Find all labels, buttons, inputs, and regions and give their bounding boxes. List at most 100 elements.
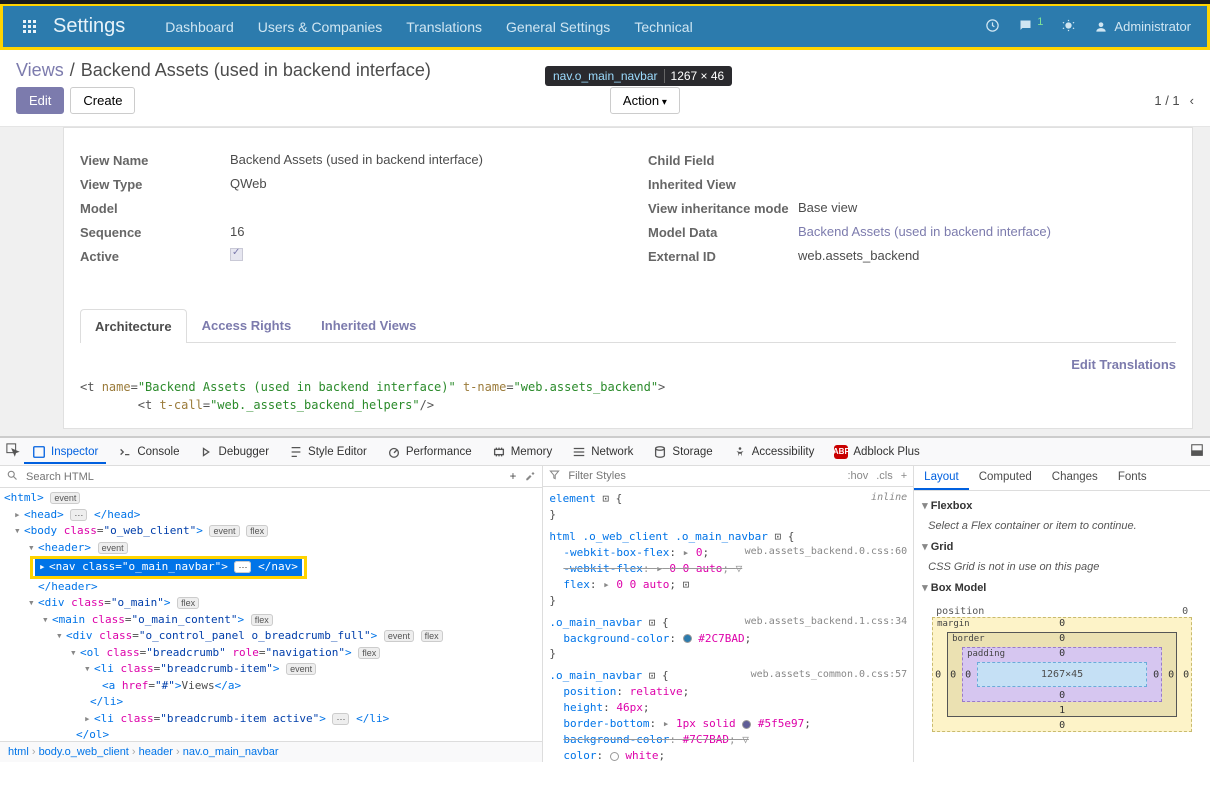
value-view-name: Backend Assets (used in backend interfac…	[230, 152, 608, 168]
edit-button[interactable]: Edit	[16, 87, 64, 114]
tab-access-rights[interactable]: Access Rights	[187, 308, 307, 342]
user-name: Administrator	[1114, 19, 1191, 34]
layout-tab-fonts[interactable]: Fonts	[1108, 466, 1157, 490]
inspector-icon[interactable]: ⊡	[602, 492, 609, 505]
value-sequence: 16	[230, 224, 608, 240]
tab-inherited-views[interactable]: Inherited Views	[306, 308, 431, 342]
eyedropper-icon[interactable]	[524, 469, 536, 484]
devtools-tab-storage[interactable]: Storage	[645, 440, 720, 464]
funnel-icon	[549, 469, 560, 483]
navbar-item-technical[interactable]: Technical	[634, 19, 692, 35]
form-right-col: Child Field Inherited View View inherita…	[648, 152, 1176, 272]
devtools-tab-memory[interactable]: Memory	[484, 440, 561, 464]
new-rule-icon[interactable]: +	[901, 470, 907, 482]
label-external-id: External ID	[648, 248, 798, 264]
messages-badge: 1	[1037, 16, 1043, 28]
layout-tab-changes[interactable]: Changes	[1042, 466, 1108, 490]
label-inherited-view: Inherited View	[648, 176, 798, 192]
add-icon[interactable]: +	[510, 471, 517, 483]
devtools-tab-accessibility[interactable]: Accessibility	[725, 440, 823, 464]
devtools-dock-icon[interactable]	[1190, 443, 1204, 460]
navbar-item-translations[interactable]: Translations	[406, 19, 482, 35]
user-menu[interactable]: Administrator	[1094, 19, 1191, 34]
breadcrumb-sep: /	[70, 60, 75, 81]
flexbox-section[interactable]: Flexbox	[922, 495, 1202, 516]
devtools-tab-network[interactable]: Network	[564, 440, 641, 464]
tab-architecture[interactable]: Architecture	[80, 309, 187, 343]
layout-tab-layout[interactable]: Layout	[914, 466, 969, 490]
navbar-menu: Dashboard Users & Companies Translations…	[165, 19, 985, 35]
inspector-node-tooltip: nav.o_main_navbar 1267 × 46	[545, 66, 732, 86]
action-dropdown[interactable]: Action	[610, 87, 680, 114]
create-button[interactable]: Create	[70, 87, 135, 114]
label-model: Model	[80, 200, 230, 216]
pager: 1 / 1	[1154, 93, 1179, 108]
devtools-tabs: Inspector Console Debugger Style Editor …	[0, 438, 1210, 466]
devtools-html-search: +	[0, 466, 542, 488]
messages-icon[interactable]	[1018, 18, 1033, 36]
value-child-field	[798, 152, 1176, 168]
pager-prev-icon[interactable]: ‹	[1190, 93, 1194, 108]
label-view-type: View Type	[80, 176, 230, 192]
main-navbar: Settings Dashboard Users & Companies Tra…	[0, 4, 1210, 50]
grid-msg: CSS Grid is not in use on this page	[922, 557, 1202, 577]
devtools-styles-pane: :hov .cls + element ⊡ {inline} html .o_w…	[543, 466, 914, 762]
form-tabs: Architecture Access Rights Inherited Vie…	[80, 308, 1176, 343]
flexbox-msg: Select a Flex container or item to conti…	[922, 516, 1202, 536]
hov-toggle[interactable]: :hov	[847, 470, 868, 482]
grid-section[interactable]: Grid	[922, 536, 1202, 557]
devtools: Inspector Console Debugger Style Editor …	[0, 436, 1210, 762]
label-sequence: Sequence	[80, 224, 230, 240]
value-model-data[interactable]: Backend Assets (used in backend interfac…	[798, 224, 1176, 240]
edit-translations-link[interactable]: Edit Translations	[1071, 357, 1176, 372]
search-icon	[6, 469, 18, 484]
css-rules[interactable]: element ⊡ {inline} html .o_web_client .o…	[543, 487, 913, 762]
devtools-tab-debugger[interactable]: Debugger	[192, 440, 278, 464]
filter-styles-input[interactable]	[568, 470, 839, 482]
value-inherited-view	[798, 176, 1176, 192]
label-active: Active	[80, 248, 230, 264]
apps-icon[interactable]	[19, 16, 41, 38]
breadcrumb-active: Backend Assets (used in backend interfac…	[81, 60, 431, 81]
boxmodel-section[interactable]: Box Model	[922, 577, 1202, 598]
devtools-layout-pane: Layout Computed Changes Fonts Flexbox Se…	[914, 466, 1210, 762]
devtools-tab-performance[interactable]: Performance	[379, 440, 480, 464]
active-checkbox[interactable]	[230, 248, 243, 261]
box-model-diagram: position0 margin 0 0 0 0 border 0 1 0 0	[932, 606, 1192, 732]
inspector-icon[interactable]: ⊡	[649, 616, 656, 629]
debug-icon[interactable]	[1061, 18, 1076, 36]
search-html-input[interactable]	[26, 471, 502, 483]
layout-tab-computed[interactable]: Computed	[969, 466, 1042, 490]
label-child-field: Child Field	[648, 152, 798, 168]
cls-toggle[interactable]: .cls	[876, 470, 893, 482]
devtools-tab-inspector[interactable]: Inspector	[24, 440, 106, 464]
filter-icon[interactable]: ▽	[742, 733, 749, 746]
value-active	[230, 248, 608, 264]
tooltip-selector: nav.o_main_navbar	[553, 69, 658, 83]
tooltip-dimensions: 1267 × 46	[664, 69, 725, 83]
action-bar: Edit Create Action 1 / 1 ‹	[0, 87, 1210, 126]
devtools-tab-style-editor[interactable]: Style Editor	[281, 440, 375, 464]
navbar-item-users[interactable]: Users & Companies	[258, 19, 383, 35]
inspector-icon[interactable]: ⊡	[775, 530, 782, 543]
form-sheet-bg: View NameBackend Assets (used in backend…	[0, 126, 1210, 436]
devtools-breadcrumb[interactable]: htmlbody.o_web_clientheadernav.o_main_na…	[0, 741, 542, 762]
breadcrumb-root[interactable]: Views	[16, 60, 64, 81]
devtools-html-pane: + <html> event ▸<head> ⋯ </head> ▾<body …	[0, 466, 543, 762]
inspector-icon[interactable]: ⊡	[683, 578, 690, 591]
selected-node-highlight: ▸<nav class="o_main_navbar"> ⋯ </nav>	[30, 556, 307, 579]
value-model	[230, 200, 608, 216]
adblock-icon: ABP	[834, 445, 848, 459]
html-tree[interactable]: <html> event ▸<head> ⋯ </head> ▾<body cl…	[0, 488, 542, 741]
devtools-tab-console[interactable]: Console	[110, 440, 187, 464]
navbar-brand[interactable]: Settings	[53, 15, 125, 38]
clock-icon[interactable]	[985, 18, 1000, 36]
navbar-item-general[interactable]: General Settings	[506, 19, 610, 35]
architecture-code: <t name="Backend Assets (used in backend…	[80, 378, 1176, 414]
filter-icon[interactable]: ▽	[736, 562, 743, 575]
label-model-data: Model Data	[648, 224, 798, 240]
element-picker-icon[interactable]	[6, 443, 20, 460]
inspector-icon[interactable]: ⊡	[649, 669, 656, 682]
devtools-tab-adblock[interactable]: ABPAdblock Plus	[826, 440, 927, 464]
navbar-item-dashboard[interactable]: Dashboard	[165, 19, 234, 35]
